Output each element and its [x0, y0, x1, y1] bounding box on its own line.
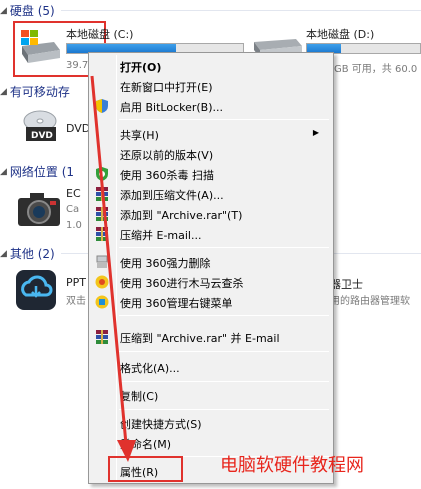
- annotation-arrow-icon: [90, 75, 136, 462]
- watermark-text: 电脑软硬件教程网: [220, 455, 364, 476]
